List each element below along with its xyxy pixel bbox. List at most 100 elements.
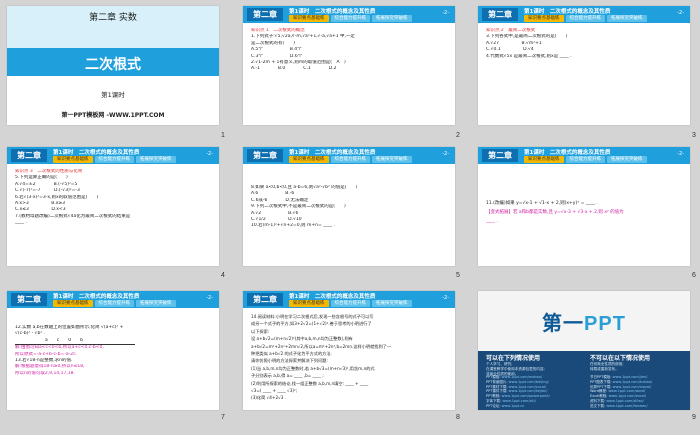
answer-line: 所以n的值可取2,9,14,17,18. (15, 370, 75, 376)
question-line: (3)化简 √4+2√3 . (251, 395, 287, 401)
chapter-title: 第二章 实数 (89, 13, 137, 23)
allowed-heading: 可以在下列情况使用 (486, 355, 541, 362)
right-link-list: 节日PPT模板: www.1ppt.com/jieri/ PPT图表下载: ww… (590, 375, 690, 409)
slide-thumbnail-6[interactable]: 第二章 第1课时 二次根式的概念及其性质 知识要点基础练 综合能力提升练 拓展探… (478, 147, 690, 266)
question-line: 以下探索: (251, 328, 270, 334)
lesson-subtitle: 第1课时 (101, 91, 125, 99)
slide-content: 知识点 1 二次根式的概念 1.下列式子:√5,√2a,∛-m,√a²+1,√-… (251, 28, 449, 73)
chapter-label: 第二章 (482, 149, 518, 162)
tab-basic[interactable]: 知识要点基础练 (289, 15, 329, 22)
section-tabs: 知识要点基础练 综合能力提升练 拓展探究突破练 (289, 15, 412, 22)
brand-text: 第一PPT模板网 -WWW.1PPT.COM (61, 112, 165, 119)
slide-header: 第二章 第1课时 二次根式的概念及其性质 知识要点基础练 综合能力提升练 拓展探… (478, 147, 690, 164)
slide-thumbnail-8[interactable]: 第二章 第1课时 二次根式的概念及其性质 知识要点基础练 综合能力提升练 拓展探… (243, 291, 455, 410)
tab-comprehensive[interactable]: 综合能力提升练 (330, 156, 370, 163)
slide-thumbnail-3[interactable]: 第二章 第1课时 二次根式的概念及其性质 知识要点基础练 综合能力提升练 拓展探… (478, 6, 690, 125)
slide-content: 知识点 2 最简二次根式 3.下列各式中,是最简二次根式的是( ) A.√27 … (486, 28, 684, 60)
tab-comprehensive[interactable]: 综合能力提升练 (330, 300, 370, 307)
option-line: A.-1 B.0 C.1 D.2 (251, 66, 337, 72)
slide-main-title: 二次根式 (85, 57, 141, 73)
tab-comprehensive[interactable]: 综合能力提升练 (330, 15, 370, 22)
chapter-label: 第二章 (11, 149, 47, 162)
slide-content: 8.如果 a<0,b<0,且 a-b=6,则√a²-√b² 的值是( ) A.6… (251, 185, 449, 230)
lesson-title: 第1课时 二次根式的概念及其性质 (53, 150, 140, 156)
lesson-title: 第1课时 二次根式的概念及其性质 (289, 150, 376, 156)
tab-comprehensive[interactable]: 综合能力提升练 (565, 156, 605, 163)
tab-basic[interactable]: 知识要点基础练 (524, 15, 564, 22)
link-row: PPT论坛: www.1ppt.cn (486, 403, 525, 408)
question-line: 11.(改编)如果 y=√x-1 + √1-x + 2,则(x+y)ˣ = __… (486, 201, 598, 206)
slide-thumbnail-5[interactable]: 第二章 第1课时 二次根式的概念及其性质 知识要点基础练 综合能力提升练 拓展探… (243, 147, 455, 266)
slide-thumbnail-7[interactable]: 第二章 第1课时 二次根式的概念及其性质 知识要点基础练 综合能力提升练 拓展探… (7, 291, 219, 410)
left-link-list: PPT模板: www.1ppt.com/moban/ PPT背景图片: www.… (486, 375, 586, 409)
tab-comprehensive[interactable]: 综合能力提升练 (565, 15, 605, 22)
slide-content: 12.实数 a,b在数轴上的位置如图所示,化简 √(a+c)² + √(c-b)… (15, 325, 213, 377)
variant-line: 【变式拓展】若 a和b都是实数,且 y=√x-3 + √3-x + 2,则 xʸ… (486, 210, 624, 215)
slide-number-2: 2 (456, 132, 460, 139)
question-line: 4.代数式√5x 是最简二次根式,则x是 ____ . (486, 53, 572, 59)
section-tabs: 知识要点基础练 综合能力提升练 拓展探究突破练 (524, 156, 647, 163)
slide-number-8: 8 (456, 414, 460, 421)
page-marker: -2- (677, 10, 684, 16)
slide-number-1: 1 (221, 132, 225, 139)
question-line: 10.若(m-1)²+√n+2=0,则 m+n= ____ . (251, 223, 336, 229)
tab-extension[interactable]: 拓展探究突破练 (372, 156, 412, 163)
chapter-label: 第二章 (247, 8, 283, 21)
tab-basic[interactable]: 知识要点基础练 (524, 156, 564, 163)
slide-thumbnail-4[interactable]: 第二章 第1课时 二次根式的概念及其性质 知识要点基础练 综合能力提升练 拓展探… (7, 147, 219, 266)
slide-thumbnail-1[interactable]: 第二章 实数 二次根式 第1课时 第一PPT模板网 -WWW.1PPT.COM (7, 6, 219, 125)
question-line: 请你仿照小明的方法探索并解决下列问题: (251, 358, 328, 364)
tab-extension[interactable]: 拓展探究突破练 (136, 156, 176, 163)
question-line: 设 a+b√2=(m+n√2)²(其中a,b,m,n均为正整数),则有 (251, 336, 353, 342)
tab-extension[interactable]: 拓展探究突破练 (372, 15, 412, 22)
section-tabs: 知识要点基础练 综合能力提升练 拓展探究突破练 (289, 300, 412, 307)
question-line: a+b√2=m²+2n²+2mn√2,所以a=m²+2n²,b=2mn.这样小明… (251, 343, 392, 349)
page-marker: -2- (442, 295, 449, 301)
section-tabs: 知识要点基础练 综合能力提升练 拓展探究突破练 (53, 300, 176, 307)
slide-header: 第二章 第1课时 二次根式的概念及其性质 知识要点基础练 综合能力提升练 拓展探… (7, 147, 219, 164)
lesson-title: 第1课时 二次根式的概念及其性质 (289, 9, 376, 15)
tab-basic[interactable]: 知识要点基础练 (53, 156, 93, 163)
tab-extension[interactable]: 拓展探究突破练 (372, 300, 412, 307)
variant-line: ____ . (486, 219, 498, 224)
slide-number-4: 4 (221, 272, 225, 279)
question-line: ____ . (15, 220, 27, 226)
slide-number-7: 7 (221, 414, 225, 421)
tab-basic[interactable]: 知识要点基础练 (289, 156, 329, 163)
tab-extension[interactable]: 拓展探究突破练 (607, 156, 647, 163)
slide-header: 第二章 第1课时 二次根式的概念及其性质 知识要点基础练 综合能力提升练 拓展探… (243, 291, 455, 308)
page-marker: -2- (677, 151, 684, 157)
tab-comprehensive[interactable]: 综合能力提升练 (94, 156, 134, 163)
chapter-label: 第二章 (247, 293, 283, 306)
lesson-title: 第1课时 二次根式的概念及其性质 (53, 294, 140, 300)
tab-basic[interactable]: 知识要点基础练 (53, 300, 93, 307)
forbidden-note: 转载或重新发布。 (590, 367, 619, 371)
page-marker: -2- (206, 151, 213, 157)
slide-thumbnail-2[interactable]: 第二章 第1课时 二次根式的概念及其性质 知识要点基础练 综合能力提升练 拓展探… (243, 6, 455, 125)
number-line-labels: a c 0 b (15, 338, 135, 346)
tab-extension[interactable]: 拓展探究突破练 (136, 300, 176, 307)
question-line: (2)利用所探索的结论,找一组正整数 a,b,m,n填空: ____ + ___… (251, 380, 369, 386)
section-tabs: 知识要点基础练 综合能力提升练 拓展探究突破练 (289, 156, 412, 163)
slide-thumbnail-9[interactable]: 第一PPT 可以在下列情况使用 个人学习、研究; 在课堂教学中使用本资源包里的内… (478, 291, 690, 410)
lesson-title: 第1课时 二次根式的概念及其性质 (524, 150, 611, 156)
slide-header: 第二章 第1课时 二次根式的概念及其性质 知识要点基础练 综合能力提升练 拓展探… (7, 291, 219, 308)
question-line: (1)当 a,b,m,n均为正整数时,若 a+b√3=(m+n√3)²,用含m,… (251, 365, 375, 371)
brand-logo: 第一PPT (542, 313, 626, 335)
page-marker: -2- (442, 10, 449, 16)
slide-number-9: 9 (692, 414, 696, 421)
tab-comprehensive[interactable]: 综合能力提升练 (94, 300, 134, 307)
lesson-title: 第1课时 二次根式的概念及其性质 (289, 294, 376, 300)
question-line: 14.阅读材料:小明在学习二次根式后,发现一些含根号的式子可以写 (251, 314, 374, 319)
question-line: 种把类似 a+b√2 的式子化为平方式的方法. (251, 351, 332, 357)
lesson-title: 第1课时 二次根式的概念及其性质 (524, 9, 611, 15)
slide-number-6: 6 (692, 272, 696, 279)
section-tabs: 知识要点基础练 综合能力提升练 拓展探究突破练 (524, 15, 647, 22)
chapter-label: 第二章 (11, 293, 47, 306)
tab-extension[interactable]: 拓展探究突破练 (607, 15, 647, 22)
slide-header: 第二章 第1课时 二次根式的概念及其性质 知识要点基础练 综合能力提升练 拓展探… (243, 147, 455, 164)
allowed-usage: 可以在下列情况使用 个人学习、研究; 在课堂教学中使用本资源包里的内容; 非商业… (486, 353, 586, 377)
slide-content: 11.(改编)如果 y=√x-1 + √1-x + 2,则(x+y)ˣ = __… (486, 199, 684, 226)
tab-basic[interactable]: 知识要点基础练 (289, 300, 329, 307)
slide-header: 第二章 第1课时 二次根式的概念及其性质 知识要点基础练 综合能力提升练 拓展探… (243, 6, 455, 23)
